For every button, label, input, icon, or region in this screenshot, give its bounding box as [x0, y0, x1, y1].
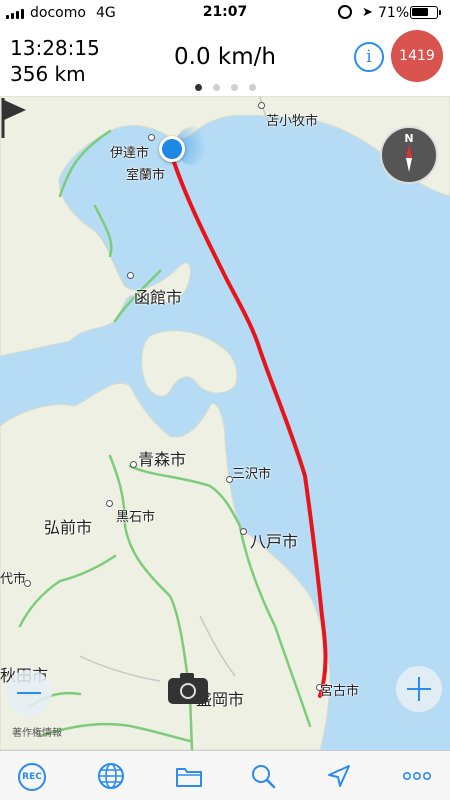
map-label-hirosaki: 弘前市 — [44, 518, 93, 537]
city-marker — [127, 272, 134, 279]
map-label-misawa: 三沢市 — [232, 467, 272, 482]
page-dot[interactable] — [194, 84, 202, 91]
compass-button[interactable]: N — [380, 126, 438, 184]
battery-icon — [410, 6, 441, 19]
city-marker — [240, 528, 247, 535]
search-icon[interactable] — [248, 761, 278, 791]
status-bar: docomo 4G 21:07 ➤ 71% — [0, 0, 450, 28]
location-services-icon: ➤ — [362, 5, 373, 20]
map-label-kuroishi: 黒石市 — [116, 510, 156, 525]
city-marker — [258, 102, 265, 109]
map-label-shiro: 代市 — [0, 572, 27, 587]
globe-icon[interactable] — [96, 761, 126, 791]
city-marker — [106, 500, 113, 507]
city-marker — [130, 461, 137, 468]
map-attribution-link[interactable]: 著作権情報 — [12, 724, 62, 739]
map-label-miyako: 宮古市 — [320, 684, 360, 699]
flag-icon[interactable] — [0, 96, 28, 140]
rotation-lock-icon — [338, 5, 352, 19]
folder-icon[interactable] — [174, 761, 204, 791]
current-location-marker — [159, 136, 185, 162]
photo-count-badge[interactable]: 1419 — [391, 30, 443, 82]
map-label-aomori: 青森市 — [138, 450, 187, 469]
compass-needle-tail — [406, 158, 412, 172]
bottom-toolbar: REC — [0, 750, 450, 800]
zoom-in-button[interactable] — [396, 666, 442, 712]
tracking-header: 13:28:15 356 km 0.0 km/h i 1419 — [0, 28, 450, 96]
page-dot[interactable] — [212, 84, 220, 91]
location-arrow-icon[interactable] — [324, 761, 354, 791]
page-dot[interactable] — [230, 84, 238, 91]
rec-icon[interactable]: REC — [18, 763, 46, 791]
page-dot[interactable] — [248, 84, 256, 91]
city-marker — [148, 134, 155, 141]
map-label-tomakomai: 苫小牧市 — [266, 114, 319, 129]
more-icon[interactable] — [402, 761, 432, 791]
map-view[interactable]: 苫小牧市 伊達市 室蘭市 函館市 青森市 三沢市 黒石市 弘前市 八戸市 代市 … — [0, 96, 450, 750]
page-indicator[interactable] — [0, 84, 450, 91]
battery-percent: 71% — [378, 5, 410, 21]
info-icon[interactable]: i — [354, 42, 384, 72]
zoom-out-button[interactable] — [6, 670, 52, 716]
compass-needle-icon — [406, 144, 412, 158]
camera-icon[interactable] — [168, 673, 208, 704]
map-label-hakodate: 函館市 — [134, 288, 183, 307]
map-label-date: 伊達市 — [110, 146, 150, 161]
map-canvas — [0, 96, 450, 750]
map-label-muroran: 室蘭市 — [126, 168, 166, 183]
map-label-hachinohe: 八戸市 — [250, 532, 299, 551]
